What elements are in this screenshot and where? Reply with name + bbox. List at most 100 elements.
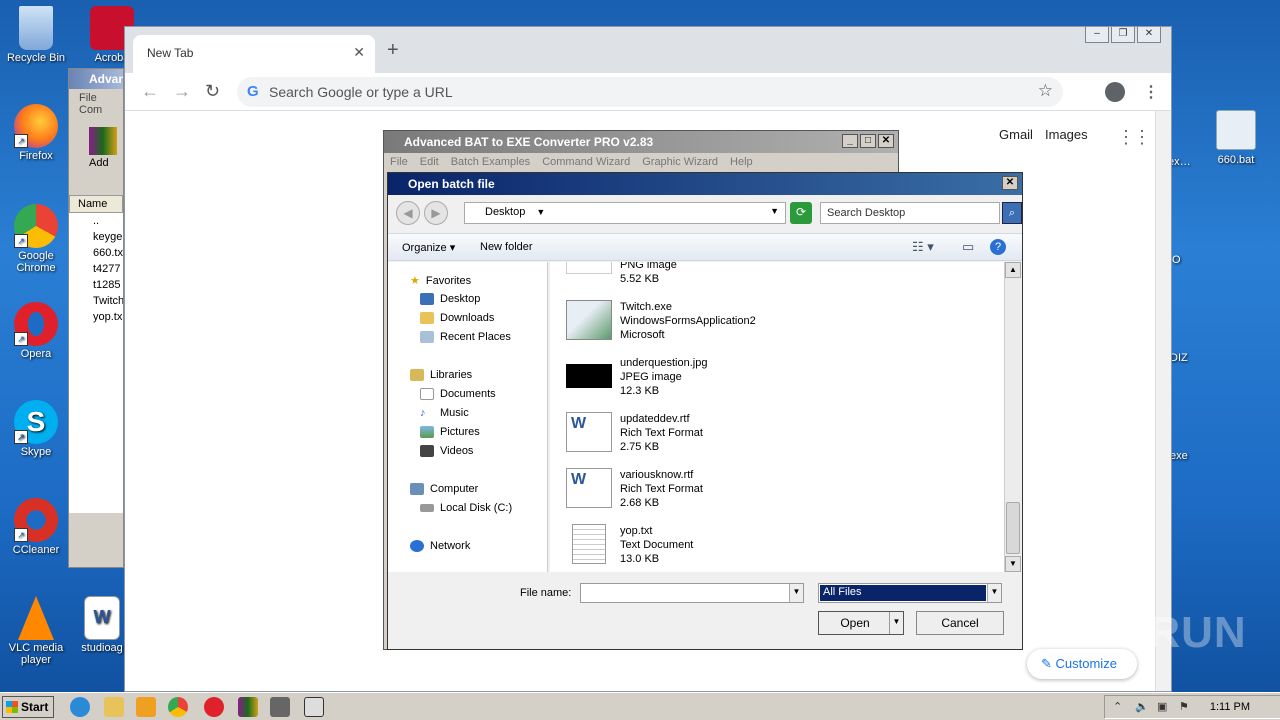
nav-desktop[interactable]: Desktop — [420, 293, 480, 305]
list-item[interactable]: yop.tx — [69, 309, 123, 325]
back-arrow-icon[interactable]: ◀ — [396, 201, 420, 225]
back-arrow-icon[interactable]: ← — [141, 81, 159, 102]
organize-button[interactable]: Organize ▾ — [402, 241, 455, 254]
preview-pane-icon[interactable]: ▭ — [962, 239, 974, 255]
omnibox[interactable]: G Search Google or type a URL ☆ — [237, 77, 1063, 107]
new-folder-button[interactable]: New folder — [480, 241, 533, 253]
list-item[interactable]: keyge — [69, 229, 123, 245]
scroll-thumb[interactable] — [1006, 502, 1020, 554]
list-item[interactable]: underquestion.jpg JPEG image 12.3 KB — [566, 356, 707, 398]
cancel-button[interactable]: Cancel — [916, 611, 1004, 635]
refresh-icon[interactable]: ⟳ — [790, 202, 812, 224]
installer-icon[interactable] — [270, 697, 290, 717]
nav-pictures[interactable]: Pictures — [420, 426, 480, 438]
tab-new-tab[interactable]: New Tab ✕ — [133, 35, 375, 73]
action-center-flag-icon[interactable]: ⚑ — [1179, 700, 1189, 713]
chevron-down-icon[interactable]: ▼ — [987, 584, 1001, 602]
minimize-button[interactable]: – — [1085, 27, 1109, 43]
winrar-icon[interactable] — [238, 697, 258, 717]
forward-arrow-icon[interactable]: ▶ — [424, 201, 448, 225]
opera-icon[interactable] — [204, 697, 224, 717]
change-view-icon[interactable]: ☷ ▾ — [912, 239, 934, 255]
nav-libraries[interactable]: Libraries — [410, 369, 472, 381]
list-item[interactable]: t4277 — [69, 261, 123, 277]
search-input[interactable]: Search Desktop — [820, 202, 1000, 224]
history-dropdown-icon[interactable]: ▼ — [770, 206, 779, 216]
nav-documents[interactable]: Documents — [420, 388, 496, 400]
desktop-icon-660-bat[interactable]: 660.bat — [1200, 110, 1272, 166]
desktop-icon-skype[interactable]: S ↗ Skype — [0, 400, 72, 458]
list-item[interactable]: Twitch — [69, 293, 123, 309]
minimize-button[interactable]: _ — [842, 134, 858, 148]
folder-icon[interactable] — [104, 697, 124, 717]
open-button[interactable]: Open ▼ — [818, 611, 904, 635]
menu-help[interactable]: Help — [730, 156, 753, 170]
desktop-icon-vlc[interactable]: VLC media player — [0, 596, 72, 666]
list-item[interactable]: W updateddev.rtf Rich Text Format 2.75 KB — [566, 412, 703, 454]
menu-kebab-icon[interactable]: ⋮ — [1143, 82, 1159, 102]
list-item[interactable]: Twitch.exe WindowsFormsApplication2 Micros… — [566, 300, 756, 342]
start-button[interactable]: Start — [2, 696, 54, 718]
bookmark-star-icon[interactable]: ☆ — [1038, 81, 1053, 101]
scroll-down-icon[interactable]: ▼ — [1005, 556, 1021, 572]
menu-edit[interactable]: Edit — [420, 156, 439, 170]
file-list-scrollbar[interactable]: ▲ ▼ — [1004, 262, 1021, 572]
desktop-icon-chrome[interactable]: ↗ Google Chrome — [0, 204, 72, 274]
list-item[interactable]: PNG image 5.52 KB — [566, 262, 677, 286]
page-scrollbar[interactable] — [1155, 111, 1171, 691]
chevron-down-icon[interactable]: ▼ — [889, 612, 903, 634]
desktop-icon-ccleaner[interactable]: ↗ CCleaner — [0, 498, 72, 556]
reload-icon[interactable]: ↻ — [205, 81, 220, 102]
nav-recent-places[interactable]: Recent Places — [420, 331, 511, 343]
chevron-down-icon[interactable]: ▼ — [789, 584, 803, 602]
show-hidden-icons-icon[interactable]: ⌃ — [1113, 700, 1122, 713]
close-button[interactable]: ✕ — [1137, 27, 1161, 43]
nav-videos[interactable]: Videos — [420, 445, 473, 457]
nav-downloads[interactable]: Downloads — [420, 312, 494, 324]
close-tab-icon[interactable]: ✕ — [353, 44, 365, 61]
desktop-icon-partial-o[interactable]: O — [1172, 254, 1181, 266]
location-breadcrumb[interactable]: Desktop ▼ ▼ — [464, 202, 786, 224]
list-item[interactable]: .. — [69, 213, 123, 229]
close-button[interactable]: ✕ — [878, 134, 894, 148]
nav-favorites[interactable]: ★ Favorites — [410, 274, 471, 288]
desktop-icon-firefox[interactable]: ↗ Firefox — [0, 104, 72, 162]
desktop-icon-partial-diz[interactable]: DIZ — [1170, 352, 1188, 364]
internet-explorer-icon[interactable] — [70, 697, 90, 717]
network-icon[interactable]: ▣ — [1157, 700, 1167, 713]
search-icon[interactable]: ⌕ — [1002, 202, 1022, 224]
desktop-icon-opera[interactable]: ↗ Opera — [0, 302, 72, 360]
file-name-input[interactable]: ▼ — [580, 583, 804, 603]
add-button[interactable]: Add — [69, 119, 123, 189]
images-link[interactable]: Images — [1045, 127, 1088, 142]
forward-arrow-icon[interactable]: → — [173, 81, 191, 102]
list-item[interactable]: W variousknow.rtf Rich Text Format 2.68 KB — [566, 468, 703, 510]
file-type-filter[interactable]: All Files ▼ — [818, 583, 1002, 603]
list-item[interactable]: 660.tx — [69, 245, 123, 261]
list-item[interactable]: yop.txt Text Document 13.0 KB — [566, 524, 693, 566]
clock[interactable]: 1:11 PM — [1210, 701, 1250, 713]
account-avatar-icon[interactable] — [1105, 82, 1125, 102]
gmail-link[interactable]: Gmail — [999, 127, 1033, 142]
menu-batch-examples[interactable]: Batch Examples — [451, 156, 530, 170]
menu-file[interactable]: File — [390, 156, 408, 170]
nav-music[interactable]: ♪ Music — [420, 407, 469, 419]
name-column-header[interactable]: Name — [69, 195, 123, 213]
menu-graphic-wizard[interactable]: Graphic Wizard — [642, 156, 718, 170]
restore-button[interactable]: ❐ — [1111, 27, 1135, 43]
desktop-icon-recycle-bin[interactable]: Recycle Bin — [0, 6, 72, 64]
volume-icon[interactable]: 🔈 — [1135, 700, 1149, 713]
menu-commands[interactable]: Com — [79, 104, 102, 116]
media-player-icon[interactable] — [136, 697, 156, 717]
nav-network[interactable]: Network — [410, 540, 470, 552]
scroll-up-icon[interactable]: ▲ — [1005, 262, 1021, 278]
menu-file[interactable]: File — [79, 92, 97, 104]
chevron-down-icon[interactable]: ▼ — [536, 207, 545, 217]
help-icon[interactable]: ? — [990, 239, 1006, 255]
new-tab-plus-icon[interactable]: + — [387, 39, 399, 62]
maximize-button[interactable]: □ — [860, 134, 876, 148]
list-item[interactable]: t1285 — [69, 277, 123, 293]
nav-computer[interactable]: Computer — [410, 483, 478, 495]
menu-command-wizard[interactable]: Command Wizard — [542, 156, 630, 170]
close-button[interactable]: ✕ — [1002, 176, 1018, 190]
